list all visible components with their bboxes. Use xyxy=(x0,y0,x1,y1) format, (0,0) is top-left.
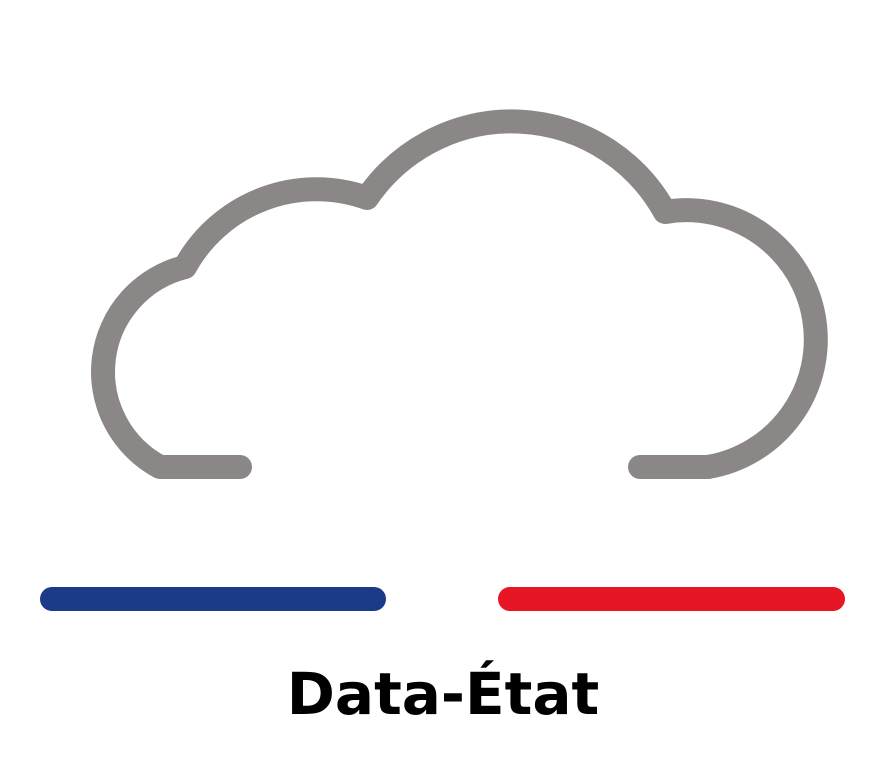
cloud-icon xyxy=(91,109,828,479)
logo-wordmark: Data-État xyxy=(286,660,600,728)
logo-page: Data-État xyxy=(0,0,886,777)
